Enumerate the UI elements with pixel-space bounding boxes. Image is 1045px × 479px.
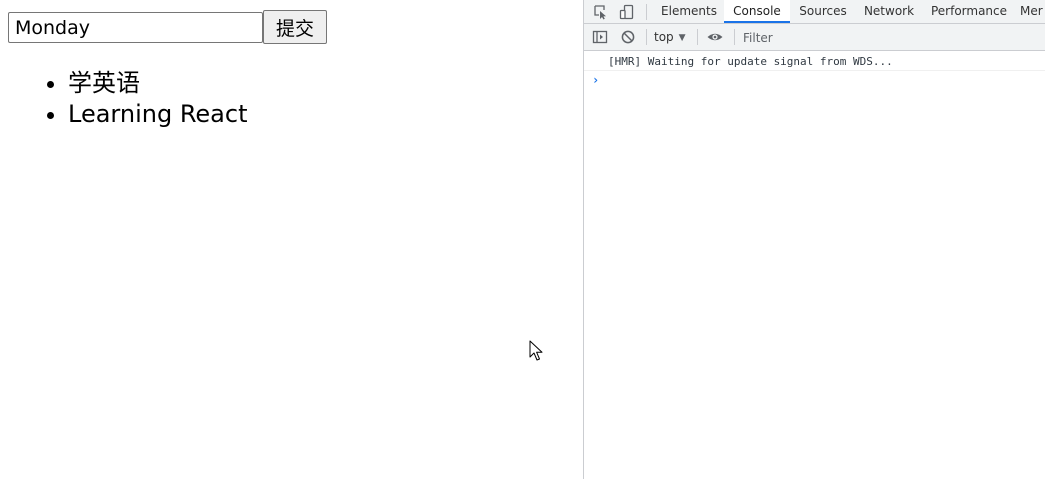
- todo-item: 学英语: [68, 68, 248, 99]
- console-filter-input[interactable]: [739, 28, 1045, 47]
- todo-item: Learning React: [68, 99, 248, 130]
- clear-console-icon[interactable]: [619, 28, 637, 46]
- tab-console[interactable]: Console: [724, 0, 790, 23]
- context-selector[interactable]: top ▼: [654, 29, 686, 45]
- tab-network[interactable]: Network: [858, 0, 920, 23]
- toolbar-divider: [734, 29, 735, 45]
- tab-memory[interactable]: Mer: [1020, 0, 1045, 23]
- dropdown-arrow-icon: ▼: [678, 33, 686, 43]
- tab-elements[interactable]: Elements: [656, 0, 722, 23]
- live-expression-eye-icon[interactable]: [706, 28, 724, 46]
- console-prompt-chevron-icon[interactable]: ›: [592, 73, 599, 87]
- toolbar-divider: [646, 29, 647, 45]
- console-output: [HMR] Waiting for update signal from WDS…: [584, 51, 1045, 479]
- screen: 提交 学英语 Learning React: [0, 0, 1045, 479]
- page-viewport: 提交 学英语 Learning React: [0, 0, 583, 479]
- toolbar-divider: [697, 29, 698, 45]
- mouse-cursor-icon: [529, 340, 543, 361]
- todo-list: 学英语 Learning React: [28, 68, 248, 130]
- tab-sources[interactable]: Sources: [792, 0, 854, 23]
- device-toolbar-icon[interactable]: [618, 3, 636, 21]
- submit-button[interactable]: 提交: [263, 10, 327, 44]
- tab-performance[interactable]: Performance: [928, 0, 1010, 23]
- toolbar-divider: [646, 4, 647, 20]
- devtools-panel: Elements Console Sources Network Perform…: [583, 0, 1045, 479]
- console-toolbar: top ▼: [584, 24, 1045, 51]
- devtools-tabbar: Elements Console Sources Network Perform…: [584, 0, 1045, 24]
- todo-input[interactable]: [8, 12, 263, 43]
- console-sidebar-icon[interactable]: [591, 28, 609, 46]
- context-label: top: [654, 30, 674, 44]
- inspect-element-icon[interactable]: [592, 3, 610, 21]
- console-message: [HMR] Waiting for update signal from WDS…: [584, 51, 1045, 71]
